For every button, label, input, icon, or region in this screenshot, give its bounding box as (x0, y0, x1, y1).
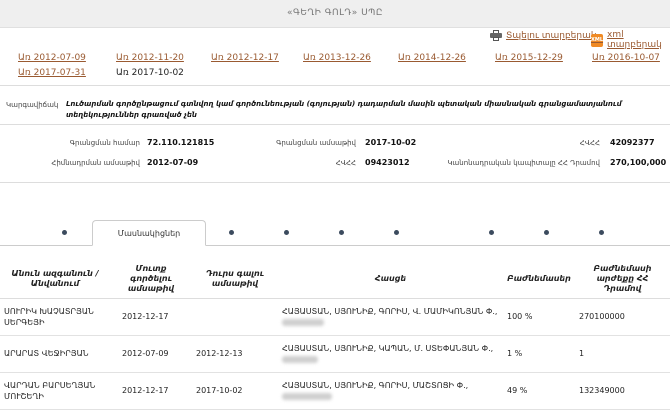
date-link-2012-07-09[interactable]: Առ 2012-07-09 (18, 53, 86, 63)
status-value: Լուծարման գործընթացում գտնվող կամ գործու… (66, 100, 622, 119)
status-label: Կարգավիճակ (6, 101, 59, 109)
date-link-2012-12-17[interactable]: Առ 2012-12-17 (211, 53, 279, 63)
date-link-2014-12-26[interactable]: Առ 2014-12-26 (398, 53, 466, 63)
column-header-share: Բաժնեմասեր (503, 260, 575, 299)
member-name: ՎԱՐԴԱՆ ԲԱՐՍԵՂՅԱՆ ՄՈՒՇԵՂԻ (0, 372, 110, 410)
date-link-2015-12-29[interactable]: Առ 2015-12-29 (495, 53, 563, 63)
member-entry-date: 2012-07-09 (110, 335, 192, 373)
divider (0, 85, 670, 86)
column-header-exit-date: Դուրս գալու ամսաթիվ (192, 260, 278, 299)
column-header-address: Հասցե (278, 260, 503, 299)
hvhh-value: 09423012 (365, 158, 410, 167)
member-exit-date: 2017-10-02 (192, 372, 278, 410)
creation-date-label: Հիմնադրման ամսաթիվ (51, 159, 140, 167)
page-title: «ԳԵՂԻ ԳՈԼԴ» ՍՊԸ (287, 8, 383, 18)
member-share-value: 1 (575, 335, 670, 373)
tab-dot[interactable] (229, 230, 234, 235)
divider (0, 124, 670, 125)
member-exit-date (192, 298, 278, 336)
print-version-label: Տպելու տարբերակ (506, 30, 597, 41)
member-entry-date: 2012-12-17 (110, 372, 192, 410)
xml-version-link[interactable]: XML xml տարբերակ (591, 30, 670, 50)
member-exit-date: 2012-12-13 (192, 335, 278, 373)
capital-label: Կանոնադրական կապիտալը ՀՀ Դրամով (447, 159, 600, 167)
date-link-2012-11-20[interactable]: Առ 2012-11-20 (116, 53, 184, 63)
member-address: ՀԱՅԱՍՏԱՆ, ՍՅՈՒՆԻՔ, ԳՈՐԻՍ, ՄԱՇՏՈՑԻ Փ., (278, 372, 503, 410)
print-version-link[interactable]: Տպելու տարբերակ (490, 30, 597, 41)
capital-value: 270,100,000 (610, 158, 667, 167)
tab-dot[interactable] (599, 230, 604, 235)
members-table: Անուն ազգանուն / Անվանում Մուտք գործելու… (0, 260, 670, 410)
table-header-row: Անուն ազգանուն / Անվանում Մուտք գործելու… (0, 260, 670, 299)
redacted-text (282, 392, 332, 400)
tab-dot[interactable] (489, 230, 494, 235)
table-row: ՎԱՐԴԱՆ ԲԱՐՍԵՂՅԱՆ ՄՈՒՇԵՂԻ 2012-12-17 2017… (0, 372, 670, 410)
xml-version-label: xml տարբերակ (607, 30, 662, 50)
printer-icon (490, 30, 502, 41)
page-header: «ԳԵՂԻ ԳՈԼԴ» ՍՊԸ (0, 0, 670, 28)
date-link-2013-12-26[interactable]: Առ 2013-12-26 (303, 53, 371, 63)
tab-dot[interactable] (339, 230, 344, 235)
member-share-value: 132349000 (575, 372, 670, 410)
date-link-2017-07-31[interactable]: Առ 2017-07-31 (18, 68, 86, 78)
column-header-entry-date: Մուտք գործելու ամսաթիվ (110, 260, 192, 299)
tab-dot[interactable] (62, 230, 67, 235)
registration-date-value: 2017-10-02 (365, 138, 417, 147)
member-address: ՀԱՅԱՍՏԱՆ, ՍՅՈՒՆԻՔ, ԳՈՐԻՍ, Վ. ՄԱՄԻԿՈՆՅԱՆ … (278, 298, 503, 336)
member-share: 1 % (503, 335, 575, 373)
xml-file-icon: XML (591, 33, 604, 47)
member-address: ՀԱՅԱՍՏԱՆ, ՍՅՈՒՆԻՔ, ԿԱՊԱՆ, Մ. ՍՏԵՓԱՆՅԱՆ Փ… (278, 335, 503, 373)
column-header-share-value: Բաժնեմասի արժեքը ՀՀ Դրամով (575, 260, 670, 299)
tin-value: 42092377 (610, 138, 655, 147)
member-address-text: ՀԱՅԱՍՏԱՆ, ՍՅՈՒՆԻՔ, ԳՈՐԻՍ, ՄԱՇՏՈՑԻ Փ., (282, 380, 469, 390)
current-date: Առ 2017-10-02 (116, 68, 184, 78)
column-header-name: Անուն ազգանուն / Անվանում (0, 260, 110, 299)
redacted-text (282, 355, 318, 363)
member-name: ՍՈՒՐԻԿ ԽԱՉԱՏՐՅԱՆ ՍԵՐԳԵՅԻ (0, 298, 110, 336)
tab-dot[interactable] (394, 230, 399, 235)
registration-number-label: Գրանցման համար (69, 139, 140, 147)
redacted-text (282, 318, 324, 326)
member-share-value: 270100000 (575, 298, 670, 336)
member-address-text: ՀԱՅԱՍՏԱՆ, ՍՅՈՒՆԻՔ, ԳՈՐԻՍ, Վ. ՄԱՄԻԿՈՆՅԱՆ … (282, 306, 498, 316)
member-entry-date: 2012-12-17 (110, 298, 192, 336)
table-row: ՍՈՒՐԻԿ ԽԱՉԱՏՐՅԱՆ ՍԵՐԳԵՅԻ 2012-12-17 ՀԱՅԱ… (0, 298, 670, 336)
tab-dot[interactable] (284, 230, 289, 235)
hvhh-label: ՀՎՀՀ (335, 159, 356, 167)
member-share: 100 % (503, 298, 575, 336)
member-address-text: ՀԱՅԱՍՏԱՆ, ՍՅՈՒՆԻՔ, ԿԱՊԱՆ, Մ. ՍՏԵՓԱՆՅԱՆ Փ… (282, 343, 494, 353)
member-share: 49 % (503, 372, 575, 410)
tab-dot[interactable] (544, 230, 549, 235)
registration-date-label: Գրանցման ամսաթիվ (276, 139, 356, 147)
tab-members[interactable]: Մասնակիցներ (92, 220, 206, 246)
registration-number-value: 72.110.121815 (147, 138, 215, 147)
member-name: ԱՐԱՐԱՏ ՎԵՋԻՐՅԱՆ (0, 335, 110, 373)
date-link-2016-10-07[interactable]: Առ 2016-10-07 (592, 53, 660, 63)
divider (0, 182, 670, 183)
tin-label: ՀՎՀՀ (579, 139, 600, 147)
table-row: ԱՐԱՐԱՏ ՎԵՋԻՐՅԱՆ 2012-07-09 2012-12-13 ՀԱ… (0, 335, 670, 373)
creation-date-value: 2012-07-09 (147, 158, 199, 167)
